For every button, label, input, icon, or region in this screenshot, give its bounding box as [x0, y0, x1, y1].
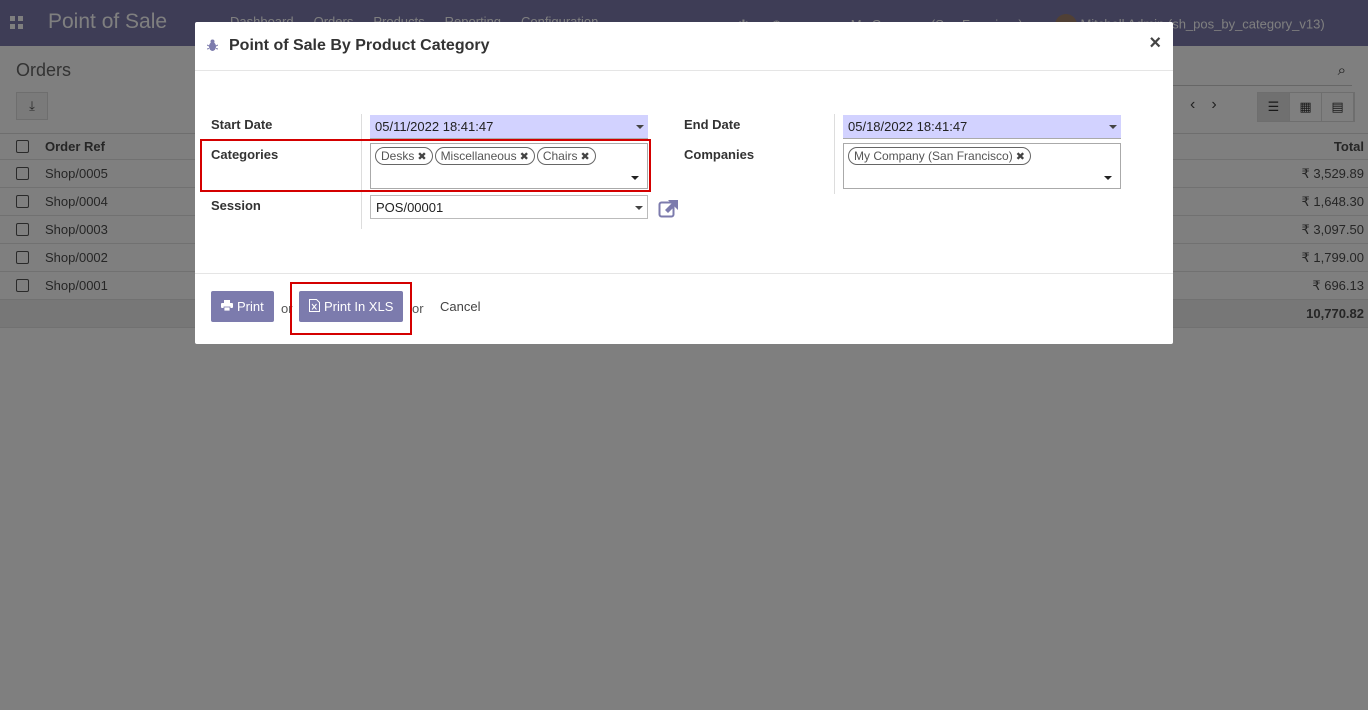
start-date-value: 05/11/2022 18:41:47: [375, 119, 494, 134]
print-xls-highlight: [290, 282, 412, 335]
close-icon[interactable]: ×: [1149, 33, 1161, 53]
companies-field[interactable]: My Company (San Francisco) ✖: [843, 143, 1121, 189]
start-date-label: Start Date: [211, 117, 273, 132]
companies-label: Companies: [684, 147, 755, 162]
chevron-down-icon[interactable]: [1104, 176, 1112, 180]
tag-label: My Company (San Francisco): [854, 149, 1013, 163]
remove-tag-icon[interactable]: ✖: [1016, 151, 1025, 163]
modal-footer: Print or Print In XLS or Cancel: [195, 274, 1173, 344]
modal-body: Start Date Categories Session 05/11/2022…: [195, 71, 1173, 274]
start-date-field[interactable]: 05/11/2022 18:41:47: [370, 115, 648, 139]
session-field[interactable]: POS/00001: [370, 195, 648, 219]
pos-category-report-dialog: Point of Sale By Product Category × Star…: [195, 22, 1173, 344]
print-button-label: Print: [237, 299, 264, 314]
modal-header: Point of Sale By Product Category ×: [195, 22, 1173, 71]
end-date-label: End Date: [684, 117, 741, 132]
modal-title: Point of Sale By Product Category: [229, 37, 490, 54]
company-tag: My Company (San Francisco) ✖: [848, 147, 1031, 165]
bug-icon: [207, 39, 218, 51]
printer-icon: [221, 299, 233, 314]
chevron-down-icon[interactable]: [1109, 125, 1117, 129]
categories-highlight: [200, 139, 651, 192]
or-separator: or: [412, 301, 424, 316]
session-value: POS/00001: [376, 200, 444, 215]
external-link-icon[interactable]: [658, 198, 680, 218]
chevron-down-icon[interactable]: [635, 206, 643, 210]
session-label: Session: [211, 198, 261, 213]
chevron-down-icon[interactable]: [636, 125, 644, 129]
cancel-button[interactable]: Cancel: [440, 299, 480, 314]
end-date-field[interactable]: 05/18/2022 18:41:47: [843, 115, 1121, 139]
end-date-value: 05/18/2022 18:41:47: [848, 119, 968, 134]
print-button[interactable]: Print: [211, 291, 274, 322]
